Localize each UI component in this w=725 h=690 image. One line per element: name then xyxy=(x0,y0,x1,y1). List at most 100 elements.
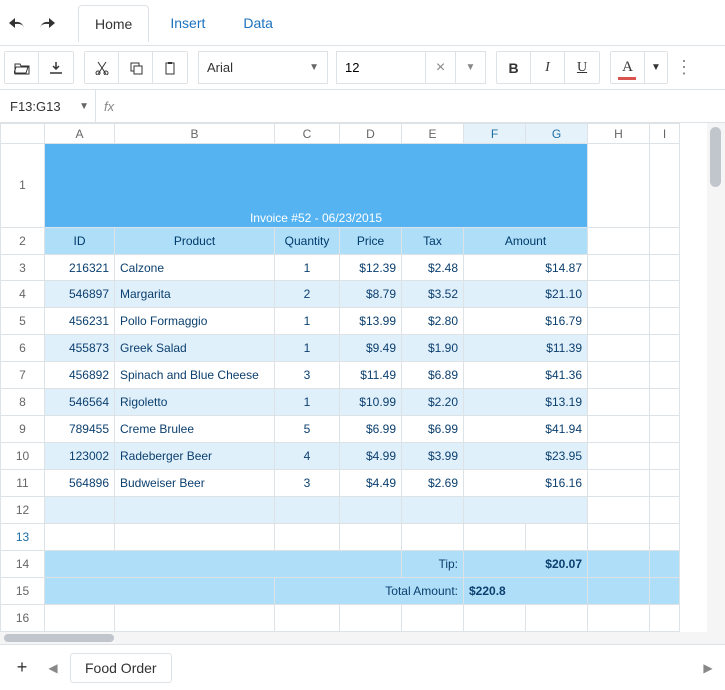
cell[interactable] xyxy=(588,577,650,604)
cell[interactable] xyxy=(115,604,275,631)
italic-button[interactable]: I xyxy=(531,51,565,84)
cell[interactable]: 546897 xyxy=(45,281,115,308)
col-header-A[interactable]: A xyxy=(45,124,115,144)
cell-reference[interactable]: F13:G13 ▼ xyxy=(0,90,96,123)
cell[interactable] xyxy=(402,604,464,631)
cell[interactable] xyxy=(588,308,650,335)
copy-button[interactable] xyxy=(119,51,153,84)
cell[interactable]: 216321 xyxy=(45,254,115,281)
tab-data[interactable]: Data xyxy=(226,4,290,41)
tab-insert[interactable]: Insert xyxy=(153,4,222,41)
cell[interactable]: 3 xyxy=(275,362,340,389)
total-label[interactable]: Total Amount: xyxy=(275,577,464,604)
cell[interactable]: $2.20 xyxy=(402,389,464,416)
cell[interactable] xyxy=(588,227,650,254)
redo-button[interactable] xyxy=(38,9,66,37)
row-header-6[interactable]: 6 xyxy=(1,335,45,362)
cell[interactable] xyxy=(650,335,680,362)
cell[interactable] xyxy=(340,497,402,524)
cut-button[interactable] xyxy=(85,51,119,84)
row-header-7[interactable]: 7 xyxy=(1,362,45,389)
cell[interactable] xyxy=(464,604,526,631)
tab-home[interactable]: Home xyxy=(78,5,149,42)
row-header-11[interactable]: 11 xyxy=(1,470,45,497)
col-header-D[interactable]: D xyxy=(340,124,402,144)
cell[interactable] xyxy=(275,497,340,524)
col-header-E[interactable]: E xyxy=(402,124,464,144)
cell[interactable] xyxy=(464,524,526,551)
grid[interactable]: ABCDEFGHI1Invoice #52 - 06/23/20152IDPro… xyxy=(0,123,680,632)
cell[interactable] xyxy=(115,497,275,524)
text-color-button[interactable]: A xyxy=(611,51,645,84)
cell[interactable]: Rigoletto xyxy=(115,389,275,416)
row-header-9[interactable]: 9 xyxy=(1,416,45,443)
cell[interactable]: $4.99 xyxy=(340,443,402,470)
col-header-F[interactable]: F xyxy=(464,124,526,144)
row-header-13[interactable]: 13 xyxy=(1,524,45,551)
cell[interactable] xyxy=(464,497,588,524)
cell[interactable]: 455873 xyxy=(45,335,115,362)
cell[interactable] xyxy=(588,551,650,578)
cell[interactable] xyxy=(650,144,680,228)
row-header-16[interactable]: 16 xyxy=(1,604,45,631)
cell[interactable] xyxy=(45,604,115,631)
cell[interactable]: $10.99 xyxy=(340,389,402,416)
row-header-15[interactable]: 15 xyxy=(1,577,45,604)
cell[interactable] xyxy=(588,254,650,281)
row-header-3[interactable]: 3 xyxy=(1,254,45,281)
cell[interactable]: 3 xyxy=(275,470,340,497)
cell[interactable] xyxy=(526,524,588,551)
cell[interactable]: 123002 xyxy=(45,443,115,470)
cell[interactable]: 1 xyxy=(275,308,340,335)
cell[interactable]: 2 xyxy=(275,281,340,308)
cell[interactable]: $14.87 xyxy=(464,254,588,281)
cell[interactable]: Quantity xyxy=(275,227,340,254)
cell[interactable]: $6.99 xyxy=(340,416,402,443)
cell[interactable] xyxy=(402,524,464,551)
cell[interactable]: Price xyxy=(340,227,402,254)
cell[interactable] xyxy=(526,604,588,631)
cell[interactable] xyxy=(650,524,680,551)
cell[interactable] xyxy=(588,335,650,362)
cell[interactable]: 456892 xyxy=(45,362,115,389)
cell[interactable] xyxy=(115,524,275,551)
sheet-scroll[interactable]: ABCDEFGHI1Invoice #52 - 06/23/20152IDPro… xyxy=(0,123,725,632)
cell[interactable]: 546564 xyxy=(45,389,115,416)
cell[interactable]: 5 xyxy=(275,416,340,443)
cell[interactable]: Budweiser Beer xyxy=(115,470,275,497)
cell[interactable] xyxy=(650,604,680,631)
cell[interactable]: $41.94 xyxy=(464,416,588,443)
row-header-8[interactable]: 8 xyxy=(1,389,45,416)
cell[interactable] xyxy=(650,416,680,443)
cell[interactable]: Tax xyxy=(402,227,464,254)
horizontal-scrollbar[interactable] xyxy=(0,632,725,644)
cell[interactable] xyxy=(650,281,680,308)
cell[interactable]: $13.19 xyxy=(464,389,588,416)
cell[interactable]: $3.52 xyxy=(402,281,464,308)
cell[interactable] xyxy=(650,308,680,335)
cell[interactable]: $2.69 xyxy=(402,470,464,497)
cell[interactable]: $6.99 xyxy=(402,416,464,443)
cell[interactable]: 789455 xyxy=(45,416,115,443)
cell[interactable] xyxy=(588,524,650,551)
cell[interactable]: $3.99 xyxy=(402,443,464,470)
row-header-1[interactable]: 1 xyxy=(1,144,45,228)
cell[interactable]: 564896 xyxy=(45,470,115,497)
row-header-12[interactable]: 12 xyxy=(1,497,45,524)
cell[interactable] xyxy=(650,470,680,497)
cell[interactable]: Creme Brulee xyxy=(115,416,275,443)
bold-button[interactable]: B xyxy=(497,51,531,84)
invoice-title[interactable]: Invoice #52 - 06/23/2015 xyxy=(45,144,588,228)
cell[interactable]: Pollo Formaggio xyxy=(115,308,275,335)
undo-button[interactable] xyxy=(8,9,36,37)
col-header-I[interactable]: I xyxy=(650,124,680,144)
cell[interactable]: Greek Salad xyxy=(115,335,275,362)
cell[interactable] xyxy=(588,416,650,443)
open-button[interactable] xyxy=(5,51,39,84)
cell[interactable] xyxy=(650,389,680,416)
font-selector[interactable]: Arial ▼ xyxy=(198,51,328,84)
row-header-14[interactable]: 14 xyxy=(1,551,45,578)
sheet-nav-prev[interactable]: ◀ xyxy=(44,654,62,682)
cell[interactable] xyxy=(588,362,650,389)
cell[interactable] xyxy=(45,551,402,578)
